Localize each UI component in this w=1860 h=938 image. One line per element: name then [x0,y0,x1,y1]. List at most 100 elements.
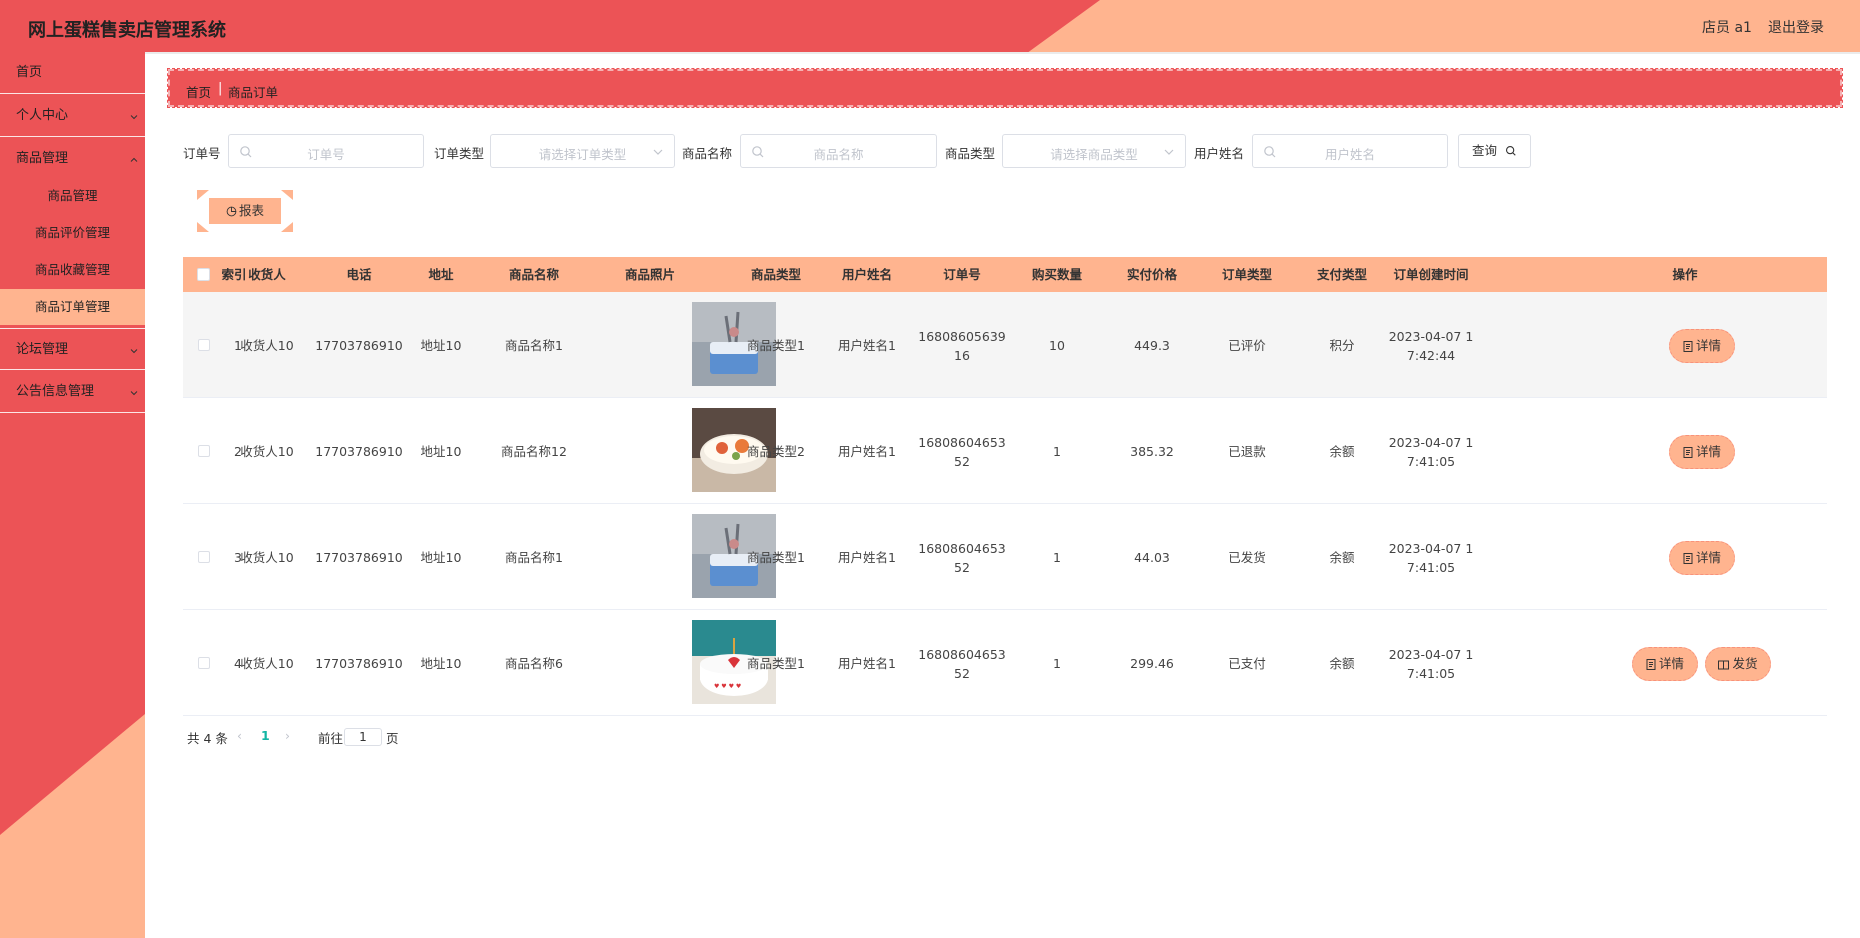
breadcrumb: 首页 | 商品订单 [167,68,1843,108]
order-type-select[interactable]: 请选择订单类型 [490,134,675,168]
order-no-line: 16808605639 [918,329,1006,344]
detail-button-label: 详情 [1695,550,1721,565]
book-icon [1718,660,1730,670]
sidebar-subitem-product[interactable]: 商品管理 [0,178,145,214]
query-button[interactable]: 查询 [1458,134,1531,168]
cell-order-no: 16808605639 16 [914,327,1010,365]
document-icon [1646,659,1656,670]
app-header: 网上蛋糕售卖店管理系统 店员 a1 退出登录 [0,0,1860,52]
product-name-input[interactable]: 商品名称 [740,134,937,168]
sidebar-item-label: 公告信息管理 [16,384,95,399]
cell-receiver: 收货人10 [240,338,294,353]
logout-link[interactable]: 退出登录 [1768,17,1824,37]
breadcrumb-home[interactable]: 首页 [186,82,211,101]
cell-product-type: 商品类型1 [747,550,805,565]
order-no-line: 16808604653 [918,435,1006,450]
row-checkbox[interactable] [198,551,210,563]
page-number[interactable]: 1 [261,728,270,743]
column-header: 地址 [428,267,454,282]
cell-address: 地址10 [420,550,462,565]
cell-product-name: 商品名称6 [505,656,563,671]
chevron-down-icon [653,149,663,155]
sidebar-subitem-product-order[interactable]: 商品订单管理 [0,289,145,325]
product-type-label: 商品类型 [945,146,996,161]
chevron-down-icon [130,349,138,354]
detail-button-label: 详情 [1695,338,1721,353]
detail-button[interactable]: 详情 [1669,541,1735,575]
order-no-placeholder: 订单号 [307,147,345,162]
sidebar-item-announcement[interactable]: 公告信息管理 [0,371,145,413]
goto-page-input[interactable]: 1 [344,728,382,746]
row-checkbox[interactable] [198,657,210,669]
breadcrumb-separator: | [218,81,223,96]
cell-user-name: 用户姓名1 [838,444,896,459]
product-type-select[interactable]: 请选择商品类型 [1002,134,1186,168]
sidebar-item-home[interactable]: 首页 [0,52,145,94]
cell-order-type: 已支付 [1228,656,1266,671]
sidebar-item-label: 论坛管理 [16,342,69,357]
report-button[interactable]: 报表 [197,190,293,232]
sidebar-item-forum[interactable]: 论坛管理 [0,328,145,370]
report-button-corner [281,190,293,200]
cell-order-no: 16808604653 52 [914,433,1010,471]
column-header: 购买数量 [1031,267,1082,282]
column-header: 商品名称 [508,267,559,282]
detail-button[interactable]: 详情 [1632,647,1698,681]
sidebar-item-label: 商品管理 [16,151,69,166]
prev-page-icon[interactable]: ‹ [237,728,242,743]
report-button-corner [281,222,293,232]
time-line: 7:41:05 [1406,454,1456,469]
cell-order-no: 16808604653 52 [914,645,1010,683]
product-name-placeholder: 商品名称 [813,147,864,162]
row-checkbox[interactable] [198,445,210,457]
report-button-corner [197,222,209,232]
column-header: 订单类型 [1221,267,1272,282]
column-header: 商品照片 [624,267,675,282]
user-name-input[interactable]: 用户姓名 [1252,134,1448,168]
cell-quantity: 1 [1053,550,1061,565]
cell-user-name: 用户姓名1 [838,338,896,353]
cell-order-no: 16808604653 52 [914,539,1010,577]
time-line: 2023-04-07 1 [1388,647,1474,662]
sidebar-item-product-management[interactable]: 商品管理 [0,138,145,180]
time-line: 7:42:44 [1406,348,1456,363]
breadcrumb-current: 商品订单 [228,85,279,100]
sidebar-subitem-label: 商品评价管理 [34,225,110,240]
cell-order-type: 已发货 [1228,550,1266,565]
ship-button-label: 发货 [1732,656,1758,671]
document-icon [1683,341,1693,352]
sidebar-subitem-label: 商品管理 [47,188,98,203]
order-type-label: 订单类型 [434,146,485,161]
sidebar-corner-decoration [0,714,145,938]
next-page-icon[interactable]: › [285,728,290,743]
cell-product-type: 商品类型2 [747,444,805,459]
report-button-corner [197,190,209,200]
cell-price: 299.46 [1130,656,1174,671]
time-line: 7:41:05 [1406,666,1456,681]
cell-created-time: 2023-04-07 1 7:41:05 [1373,539,1489,577]
cell-address: 地址10 [420,338,462,353]
detail-button[interactable]: 详情 [1669,329,1735,363]
user-name-label: 用户姓名 [1194,146,1245,161]
cell-phone: 17703786910 [315,656,403,671]
order-no-input[interactable]: 订单号 [228,134,424,168]
order-no-line: 16 [954,348,970,363]
table-row: 3 收货人10 17703786910 地址10 商品名称1 商品类型1 用户姓… [183,504,1827,610]
table-header: 索引 收货人 电话 地址 商品名称 商品照片 商品类型 用户姓名 订单号 购买数… [183,257,1827,292]
sidebar-item-personal-center[interactable]: 个人中心 [0,95,145,137]
sidebar-subitem-label: 商品收藏管理 [34,262,110,277]
column-header: 用户姓名 [841,267,892,282]
report-button-label: 报表 [238,203,264,218]
row-checkbox[interactable] [198,339,210,351]
cell-order-type: 已评价 [1228,338,1266,353]
ship-button[interactable]: 发货 [1705,647,1771,681]
chevron-down-icon [130,391,138,396]
sidebar-item-label: 个人中心 [16,108,69,123]
order-no-label: 订单号 [183,146,221,161]
table-row: 1 收货人10 17703786910 地址10 商品名称1 商品类型1 用户姓… [183,292,1827,398]
column-header: 实付价格 [1126,267,1177,282]
sidebar-subitem-label: 商品订单管理 [34,299,110,314]
sidebar-subitem-product-review[interactable]: 商品评价管理 [0,215,145,251]
sidebar-subitem-product-favorite[interactable]: 商品收藏管理 [0,252,145,288]
detail-button[interactable]: 详情 [1669,435,1735,469]
